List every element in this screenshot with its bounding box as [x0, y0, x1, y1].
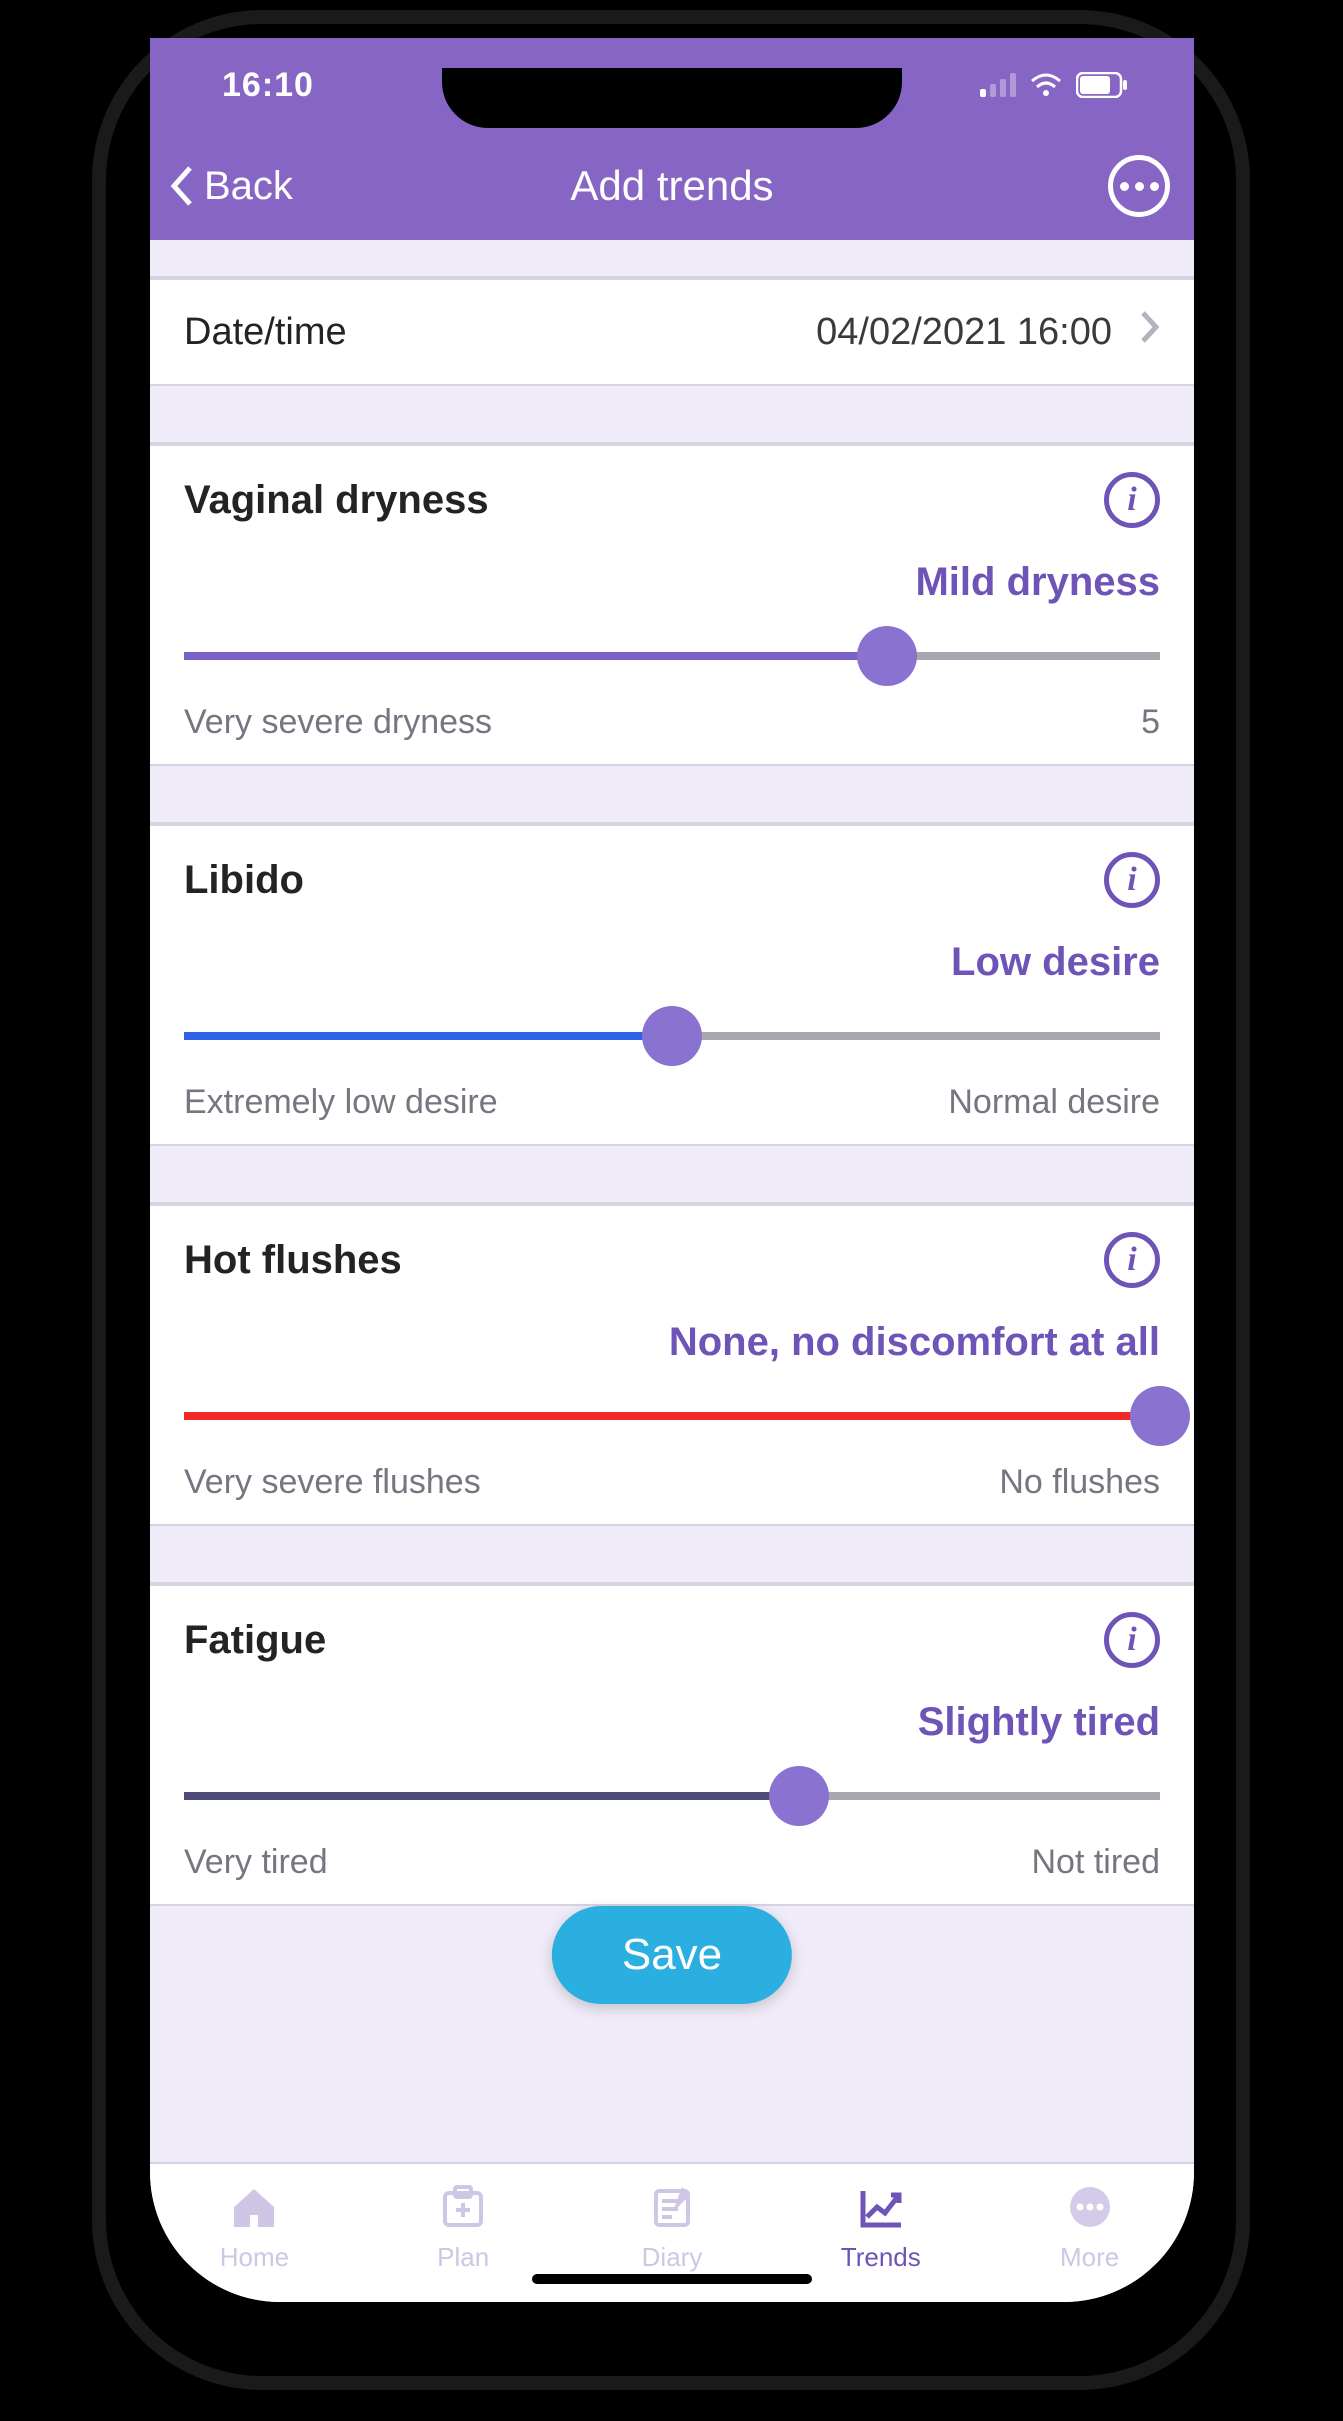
content-scroll[interactable]: Date/time 04/02/2021 16:00 Vaginal dryne… — [150, 240, 1194, 2162]
wifi-icon — [1030, 73, 1062, 97]
slider-min-label: Very severe flushes — [184, 1463, 481, 1502]
slider-min-label: Extremely low desire — [184, 1083, 498, 1122]
trend-title: Fatigue — [184, 1618, 326, 1663]
battery-icon — [1076, 72, 1128, 98]
info-button[interactable]: i — [1104, 472, 1160, 528]
ellipsis-icon — [1120, 182, 1159, 191]
tab-label: Diary — [642, 2242, 703, 2273]
chevron-left-icon — [168, 164, 196, 208]
datetime-label: Date/time — [184, 311, 347, 354]
back-label: Back — [204, 164, 293, 209]
cellular-icon — [980, 73, 1016, 97]
trends-icon — [857, 2185, 905, 2234]
trend-slider[interactable] — [184, 1013, 1160, 1059]
slider-fill — [184, 1412, 1160, 1420]
datetime-value: 04/02/2021 16:00 — [816, 311, 1112, 354]
trend-card-libido: Libido i Low desire Extremely low desire… — [150, 824, 1194, 1146]
trend-current-value: Mild dryness — [184, 560, 1160, 605]
tab-more[interactable]: More — [985, 2164, 1194, 2294]
chevron-right-icon — [1140, 310, 1160, 354]
nav-bar: Back Add trends — [150, 132, 1194, 240]
slider-min-label: Very tired — [184, 1843, 328, 1882]
trend-slider[interactable] — [184, 1773, 1160, 1819]
tab-label: Trends — [841, 2242, 921, 2273]
page-title: Add trends — [150, 162, 1194, 210]
slider-thumb[interactable] — [769, 1766, 829, 1826]
trend-slider[interactable] — [184, 1393, 1160, 1439]
trend-current-value: None, no discomfort at all — [184, 1320, 1160, 1365]
home-indicator — [532, 2274, 812, 2284]
info-button[interactable]: i — [1104, 852, 1160, 908]
slider-min-label: Very severe dryness — [184, 703, 492, 742]
trend-title: Hot flushes — [184, 1238, 402, 1283]
tab-home[interactable]: Home — [150, 2164, 359, 2294]
trend-card-fatigue: Fatigue i Slightly tired Very tired Not … — [150, 1584, 1194, 1906]
slider-thumb[interactable] — [1130, 1386, 1190, 1446]
trend-current-value: Low desire — [184, 940, 1160, 985]
slider-thumb[interactable] — [642, 1006, 702, 1066]
trend-current-value: Slightly tired — [184, 1700, 1160, 1745]
side-button — [78, 520, 92, 700]
side-button — [78, 740, 92, 920]
diary-icon — [648, 2185, 696, 2234]
tab-label: Home — [220, 2242, 289, 2273]
slider-thumb[interactable] — [857, 626, 917, 686]
more-options-button[interactable] — [1108, 155, 1170, 217]
back-button[interactable]: Back — [150, 164, 293, 209]
info-button[interactable]: i — [1104, 1232, 1160, 1288]
info-button[interactable]: i — [1104, 1612, 1160, 1668]
slider-fill — [184, 1792, 799, 1800]
side-button — [1250, 560, 1264, 820]
phone-screen: 16:10 Back Add trends Date/time — [150, 38, 1194, 2302]
slider-max-label: No flushes — [999, 1463, 1160, 1502]
trend-title: Libido — [184, 858, 304, 903]
device-notch — [442, 68, 902, 128]
trend-slider[interactable] — [184, 633, 1160, 679]
side-button — [78, 360, 92, 460]
trend-title: Vaginal dryness — [184, 478, 489, 523]
trend-card-vaginal-dryness: Vaginal dryness i Mild dryness Very seve… — [150, 444, 1194, 766]
tab-label: More — [1060, 2242, 1119, 2273]
slider-max-label: 5 — [1141, 703, 1160, 742]
status-time: 16:10 — [194, 66, 314, 105]
plan-icon — [439, 2185, 487, 2234]
save-button[interactable]: Save — [552, 1906, 792, 2004]
slider-fill — [184, 652, 887, 660]
slider-max-label: Not tired — [1032, 1843, 1161, 1882]
home-icon — [230, 2185, 278, 2234]
slider-fill — [184, 1032, 672, 1040]
more-icon — [1066, 2185, 1114, 2234]
datetime-row[interactable]: Date/time 04/02/2021 16:00 — [150, 278, 1194, 386]
tab-label: Plan — [437, 2242, 489, 2273]
trend-card-hot-flushes: Hot flushes i None, no discomfort at all… — [150, 1204, 1194, 1526]
slider-max-label: Normal desire — [948, 1083, 1160, 1122]
